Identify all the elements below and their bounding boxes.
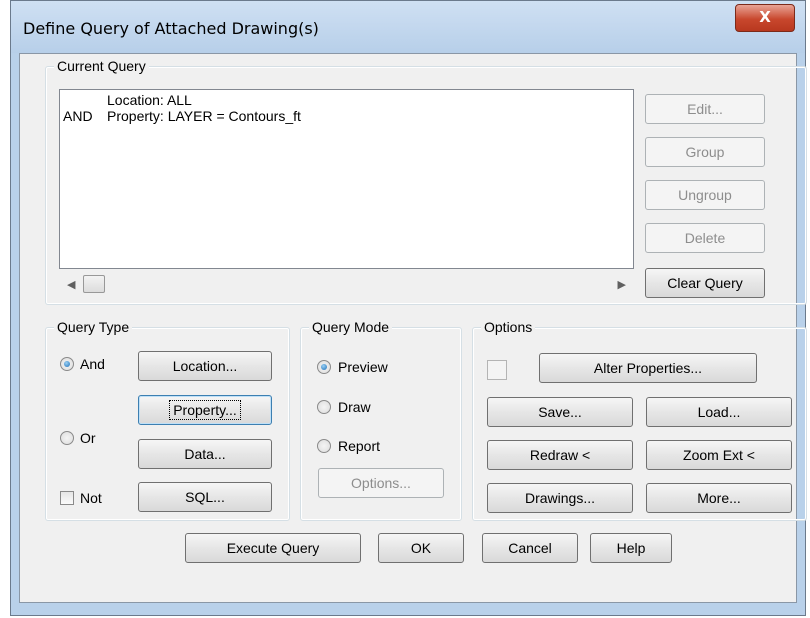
dialog-client-area: Current Query Location: ALL AND Property… [19,53,807,603]
edit-button-label: Edit... [687,101,723,117]
not-checkbox[interactable] [60,491,74,505]
drawings-button-label: Drawings... [524,490,596,506]
load-button-label: Load... [697,404,741,420]
alter-properties-button[interactable]: Alter Properties... [539,353,757,383]
options-group-label: Options [481,319,536,335]
clear-query-button-label: Clear Query [667,275,743,291]
scroll-thumb[interactable] [83,275,105,293]
close-button[interactable]: X [735,4,795,32]
scroll-right-icon[interactable]: ▶ [618,278,626,291]
save-button[interactable]: Save... [487,397,633,427]
group-button-label: Group [685,144,725,160]
preview-radio-label[interactable]: Preview [338,359,388,375]
query-line-1-text: Location: ALL [107,92,192,108]
clear-query-button[interactable]: Clear Query [645,268,765,298]
draw-radio[interactable] [317,400,331,414]
current-query-group-label: Current Query [54,58,149,74]
save-button-label: Save... [538,404,582,420]
query-mode-group-label: Query Mode [309,319,393,335]
sql-button-label: SQL... [185,489,225,505]
cancel-button-label: Cancel [508,540,552,556]
alter-properties-checkbox[interactable] [487,360,507,380]
edit-button[interactable]: Edit... [645,94,765,124]
help-button-label: Help [616,540,646,556]
ungroup-button[interactable]: Ungroup [645,180,765,210]
preview-radio[interactable] [317,360,331,374]
query-type-group-label: Query Type [54,319,133,335]
or-radio-label[interactable]: Or [80,430,96,446]
location-button-label: Location... [172,358,238,374]
window-title: Define Query of Attached Drawing(s) [23,19,319,38]
mode-options-button[interactable]: Options... [318,468,444,498]
ok-button-label: OK [410,540,432,556]
query-line-2-prefix: AND [63,108,93,124]
and-radio-label[interactable]: And [80,356,105,372]
redraw-button-label: Redraw < [529,447,591,463]
delete-button-label: Delete [684,230,726,246]
load-button[interactable]: Load... [646,397,792,427]
ungroup-button-label: Ungroup [678,187,732,203]
ok-button[interactable]: OK [378,533,464,563]
data-button[interactable]: Data... [138,439,272,469]
alter-properties-button-label: Alter Properties... [593,360,703,376]
property-button-label: Property... [169,400,241,420]
report-radio[interactable] [317,439,331,453]
location-button[interactable]: Location... [138,351,272,381]
help-button[interactable]: Help [590,533,672,563]
more-button-label: More... [697,490,741,506]
property-button[interactable]: Property... [138,395,272,425]
query-horizontal-scrollbar[interactable]: ◀ ▶ [59,270,634,300]
draw-radio-label[interactable]: Draw [338,399,371,415]
more-button[interactable]: More... [646,483,792,513]
execute-query-button-label: Execute Query [226,540,320,556]
not-checkbox-label[interactable]: Not [80,490,102,506]
redraw-button[interactable]: Redraw < [487,440,633,470]
zoom-ext-button[interactable]: Zoom Ext < [646,440,792,470]
drawings-button[interactable]: Drawings... [487,483,633,513]
scroll-left-icon[interactable]: ◀ [67,278,75,291]
sql-button[interactable]: SQL... [138,482,272,512]
title-bar[interactable]: Define Query of Attached Drawing(s) X [11,1,805,53]
report-radio-label[interactable]: Report [338,438,380,454]
query-line-2-text: Property: LAYER = Contours_ft [107,108,301,124]
data-button-label: Data... [184,446,226,462]
execute-query-button[interactable]: Execute Query [185,533,361,563]
group-button[interactable]: Group [645,137,765,167]
mode-options-button-label: Options... [351,475,411,491]
zoom-ext-button-label: Zoom Ext < [683,447,755,463]
and-radio[interactable] [60,357,74,371]
current-query-list[interactable]: Location: ALL AND Property: LAYER = Cont… [59,89,634,269]
cancel-button[interactable]: Cancel [482,533,578,563]
or-radio[interactable] [60,431,74,445]
dialog-window: Define Query of Attached Drawing(s) X Cu… [10,0,807,616]
delete-button[interactable]: Delete [645,223,765,253]
